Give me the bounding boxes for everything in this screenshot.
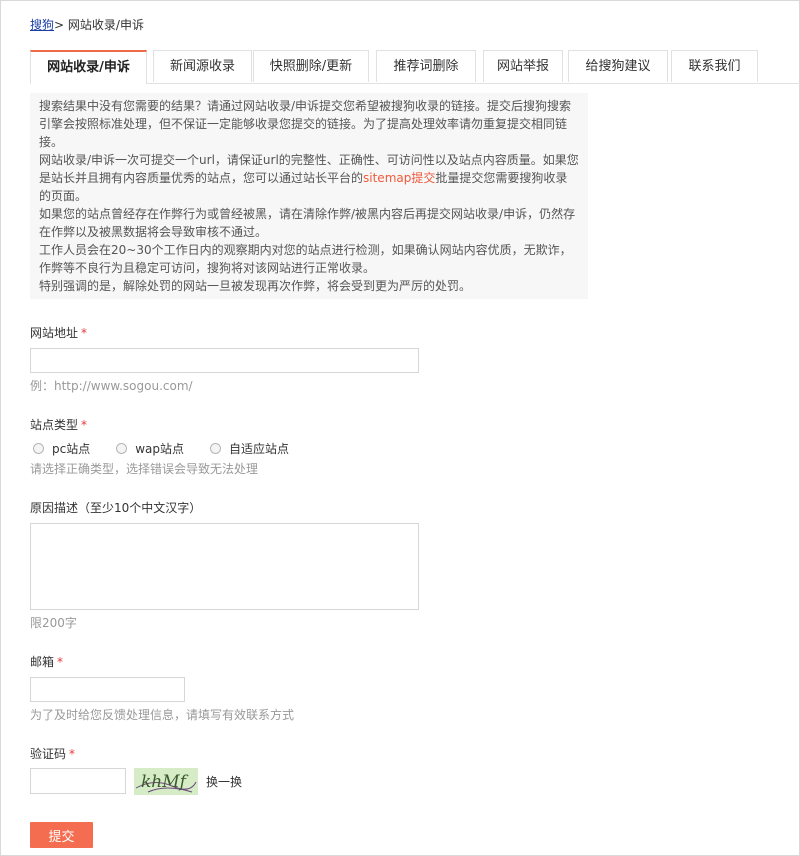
site-type-label: 站点类型 * (30, 416, 87, 433)
breadcrumb: 搜狗> 网站收录/申诉 (30, 16, 144, 33)
radio-wap-site[interactable]: wap站点 (116, 440, 184, 457)
breadcrumb-separator: > (54, 18, 65, 32)
radio-label: wap站点 (135, 441, 185, 456)
email-label-text: 邮箱 (30, 655, 55, 669)
radio-circle-icon[interactable] (116, 442, 128, 454)
tab-site-report[interactable]: 网站举报 (483, 50, 563, 82)
site-type-label-text: 站点类型 (30, 418, 79, 432)
required-mark: * (69, 747, 76, 761)
url-label-text: 网站地址 (30, 326, 79, 340)
radio-responsive-site[interactable]: 自适应站点 (210, 440, 289, 457)
captcha-input[interactable] (30, 768, 126, 794)
notice-paragraph: 搜索结果中没有您需要的结果？请通过网站收录/申诉提交您希望被搜狗收录的链接。提交… (39, 99, 572, 149)
captcha-label: 验证码 * (30, 745, 75, 762)
tab-feedback[interactable]: 给搜狗建议 (568, 50, 668, 82)
reason-textarea[interactable] (30, 523, 419, 610)
site-type-hint: 请选择正确类型，选择错误会导致无法处理 (30, 462, 259, 476)
url-hint: 例：http://www.sogou.com/ (30, 379, 193, 393)
notice-box: 搜索结果中没有您需要的结果？请通过网站收录/申诉提交您希望被搜狗收录的链接。提交… (30, 93, 588, 299)
radio-label: 自适应站点 (229, 441, 290, 456)
required-mark: * (81, 418, 88, 432)
notice-paragraph: 特别强调的是，解除处罚的网站一旦被发现再次作弊，将会受到更为严厉的处罚。 (39, 279, 472, 293)
tab-bar: 网站收录/申诉 新闻源收录 快照删除/更新 推荐词删除 网站举报 给搜狗建议 联… (30, 50, 800, 84)
notice-paragraph: 如果您的站点曾经存在作弊行为或曾经被黑，请在清除作弊/被黑内容后再提交网站收录/… (39, 207, 576, 239)
email-hint: 为了及时给您反馈处理信息，请填写有效联系方式 (30, 708, 295, 722)
captcha-graphic: khMf (135, 772, 197, 793)
submit-button[interactable]: 提交 (30, 822, 93, 848)
site-type-radio-group: pc站点 wap站点 自适应站点 (33, 440, 315, 456)
radio-pc-site[interactable]: pc站点 (33, 440, 90, 457)
breadcrumb-current: 网站收录/申诉 (67, 18, 144, 32)
sitemap-submit-link[interactable]: sitemap提交 (363, 171, 435, 185)
radio-label: pc站点 (52, 441, 91, 456)
tab-site-submit[interactable]: 网站收录/申诉 (30, 50, 147, 84)
tab-contact[interactable]: 联系我们 (671, 50, 758, 82)
url-input[interactable] (30, 348, 419, 373)
tab-snapshot-update[interactable]: 快照删除/更新 (253, 50, 369, 82)
required-mark: * (57, 655, 64, 669)
radio-circle-icon[interactable] (33, 442, 44, 454)
reason-hint: 限200字 (30, 616, 77, 630)
reason-label: 原因描述（至少10个中文汉字） (30, 501, 202, 515)
captcha-label-text: 验证码 (30, 747, 67, 761)
breadcrumb-home-link[interactable]: 搜狗 (30, 18, 54, 32)
required-mark: * (81, 326, 88, 340)
captcha-refresh-link[interactable]: 换一换 (206, 773, 242, 790)
radio-circle-icon[interactable] (210, 442, 222, 454)
notice-paragraph: 工作人员会在20~30个工作日内的观察期内对您的站点进行检测，如果确认网站内容优… (39, 243, 572, 275)
captcha-image[interactable]: khMf (134, 768, 198, 795)
tab-news-source[interactable]: 新闻源收录 (153, 50, 252, 82)
email-input[interactable] (30, 677, 185, 702)
notice-paragraph: 网站收录/申诉一次可提交一个url，请保证url的完整性、正确性、可访问性以及站… (39, 151, 579, 205)
url-label: 网站地址 * (30, 324, 87, 341)
email-label: 邮箱 * (30, 653, 63, 670)
captcha-text: khMf (141, 772, 189, 792)
tab-suggestion-delete[interactable]: 推荐词删除 (376, 50, 476, 82)
